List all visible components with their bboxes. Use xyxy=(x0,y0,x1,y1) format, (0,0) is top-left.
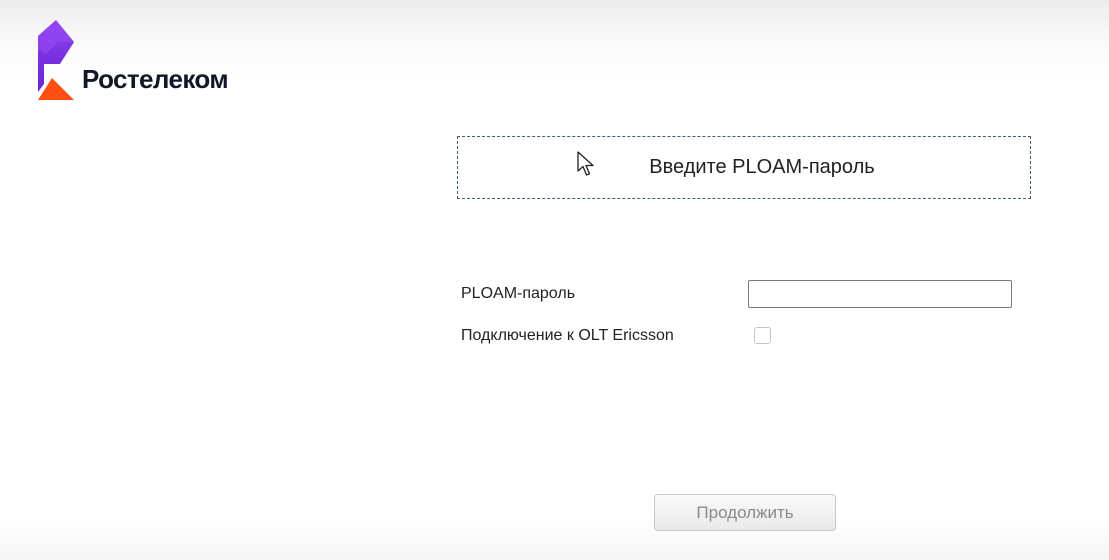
continue-button[interactable]: Продолжить xyxy=(654,494,836,531)
ploam-password-input[interactable] xyxy=(748,280,1012,308)
mouse-pointer-icon xyxy=(577,151,594,176)
brand-name: Ростелеком xyxy=(82,64,229,94)
olt-ericsson-label: Подключение к OLT Ericsson xyxy=(461,327,674,344)
page-title: Введите PLOAM-пароль xyxy=(649,156,875,178)
olt-ericsson-checkbox[interactable] xyxy=(754,327,771,344)
rostelecom-logo-icon xyxy=(38,20,74,100)
page-heading-box: Введите PLOAM-пароль xyxy=(457,136,1031,199)
brand-logo: Ростелеком xyxy=(38,20,229,100)
ploam-password-label: PLOAM-пароль xyxy=(461,285,576,302)
